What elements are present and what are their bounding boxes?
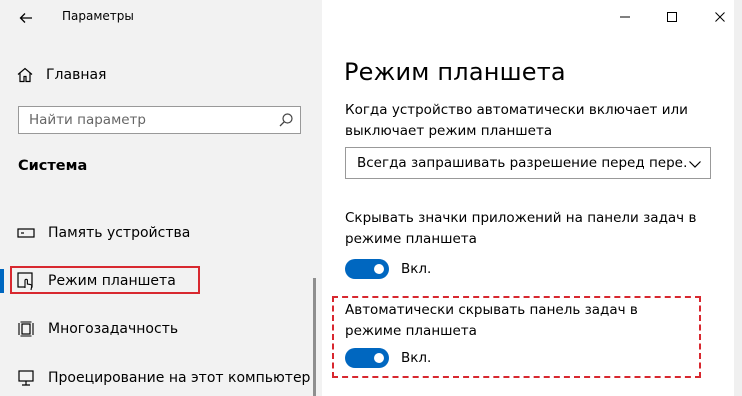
sidebar-item-label: Многозадачность [48, 321, 179, 337]
home-icon [16, 66, 34, 84]
dropdown-value: Всегда запрашивать разрешение перед пере… [357, 155, 687, 171]
chevron-down-icon [688, 156, 702, 170]
multitasking-icon [16, 319, 36, 339]
hide-app-icons-toggle[interactable] [345, 259, 389, 279]
setting-description: Скрывать значки приложений на панели зад… [345, 210, 697, 247]
sidebar-item-multitasking[interactable]: Многозадачность [16, 315, 178, 343]
sidebar-scrollbar[interactable] [313, 278, 316, 396]
sidebar-item-home[interactable]: Главная [16, 64, 106, 86]
back-arrow-icon[interactable] [14, 6, 38, 30]
sidebar-item-storage[interactable]: Память устройства [16, 219, 190, 247]
sidebar-item-projecting[interactable]: Проецирование на этот компьютер [16, 364, 310, 392]
setting-description: Когда устройство автоматически включает … [345, 102, 688, 139]
toggle-knob [374, 264, 384, 274]
app-title: Параметры [62, 9, 134, 23]
selected-item-highlight [10, 266, 200, 294]
toggle-state-label: Вкл. [401, 261, 432, 277]
hide-app-icons-toggle-row: Вкл. [345, 258, 431, 280]
sidebar-item-label: Память устройства [48, 225, 191, 241]
sidebar-item-label: Проецирование на этот компьютер [48, 370, 311, 386]
tablet-mode-dropdown[interactable]: Всегда запрашивать разрешение перед пере… [345, 147, 711, 179]
sidebar-item-label: Главная [46, 67, 107, 83]
storage-icon [16, 223, 36, 243]
close-icon[interactable] [702, 4, 738, 30]
section-title: Система [18, 158, 88, 174]
main-scrollbar[interactable] [734, 0, 742, 396]
selection-indicator [0, 269, 4, 293]
sidebar: Параметры Главная Система Память устройс… [0, 0, 322, 396]
minimize-icon[interactable] [607, 4, 643, 30]
page-title: Режим планшета [344, 58, 566, 86]
search-input[interactable] [19, 107, 269, 133]
projecting-icon [16, 368, 36, 388]
highlighted-setting-frame [332, 296, 701, 378]
search-icon[interactable] [278, 112, 294, 128]
maximize-icon[interactable] [654, 4, 690, 30]
search-box[interactable] [18, 106, 301, 134]
